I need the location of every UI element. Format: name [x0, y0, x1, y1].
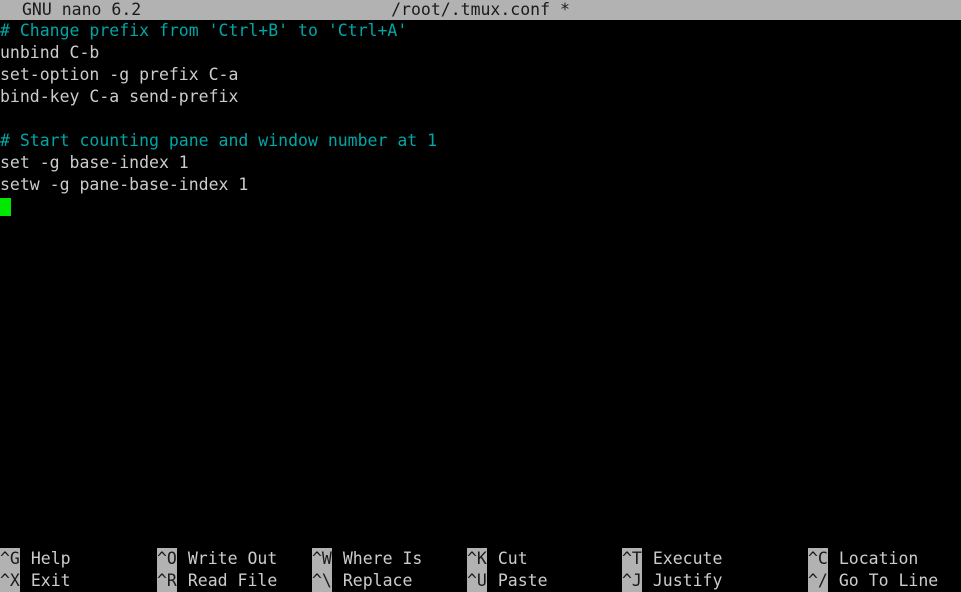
shortcut-execute[interactable]: ^T Execute: [622, 548, 722, 570]
shortcut-help-bar: ^G Help ^O Write Out ^W Where Is ^K Cut ^T Execut…: [0, 548, 961, 592]
shortcut-label: Execute: [652, 549, 723, 568]
shortcut-label: Replace: [342, 571, 413, 590]
shortcut-key: ^X: [0, 570, 20, 592]
code-line[interactable]: # Start counting pane and window number …: [0, 130, 961, 152]
shortcut-key: ^K: [467, 548, 487, 570]
shortcut-label: Exit: [30, 571, 71, 590]
shortcut-key: ^C: [808, 548, 828, 570]
shortcut-location[interactable]: ^C Location: [808, 548, 918, 570]
shortcut-label: Paste: [497, 571, 548, 590]
shortcut-read-file[interactable]: ^R Read File: [157, 570, 277, 592]
shortcut-label: Justify: [652, 571, 723, 590]
shortcut-key: ^U: [467, 570, 487, 592]
shortcut-replace[interactable]: ^\ Replace: [312, 570, 412, 592]
editor-text-area[interactable]: # Change prefix from 'Ctrl+B' to 'Ctrl+A…: [0, 20, 961, 545]
filename-label: /root/.tmux.conf *: [391, 0, 570, 19]
shortcut-key: ^O: [157, 548, 177, 570]
shortcut-exit[interactable]: ^X Exit: [0, 570, 71, 592]
shortcut-write-out[interactable]: ^O Write Out: [157, 548, 277, 570]
shortcut-label: Where Is: [342, 549, 423, 568]
code-line[interactable]: setw -g pane-base-index 1: [0, 174, 961, 196]
code-line[interactable]: unbind C-b: [0, 42, 961, 64]
shortcut-key: ^/: [808, 570, 828, 592]
nano-editor-window: GNU nano 6.2 /root/.tmux.conf * # Change…: [0, 0, 961, 592]
shortcut-label: Read File: [187, 571, 278, 590]
shortcut-justify[interactable]: ^J Justify: [622, 570, 722, 592]
shortcut-key: ^W: [312, 548, 332, 570]
shortcut-label: Cut: [497, 549, 528, 568]
cursor-line[interactable]: [0, 196, 961, 218]
code-line[interactable]: bind-key C-a send-prefix: [0, 86, 961, 108]
code-line[interactable]: set -g base-index 1: [0, 152, 961, 174]
code-line[interactable]: set-option -g prefix C-a: [0, 64, 961, 86]
shortcut-where-is[interactable]: ^W Where Is: [312, 548, 422, 570]
shortcut-key: ^R: [157, 570, 177, 592]
shortcut-key: ^T: [622, 548, 642, 570]
shortcut-row-1: ^G Help ^O Write Out ^W Where Is ^K Cut ^T Execut…: [0, 548, 961, 570]
shortcut-label: Location: [838, 549, 919, 568]
shortcut-cut[interactable]: ^K Cut: [467, 548, 528, 570]
shortcut-paste[interactable]: ^U Paste: [467, 570, 548, 592]
shortcut-key: ^G: [0, 548, 20, 570]
shortcut-key: ^\: [312, 570, 332, 592]
code-line[interactable]: # Change prefix from 'Ctrl+B' to 'Ctrl+A…: [0, 20, 961, 42]
shortcut-label: Go To Line: [838, 571, 939, 590]
shortcut-row-2: ^X Exit ^R Read File ^\ Replace ^U Paste ^J Justi…: [0, 570, 961, 592]
shortcut-label: Write Out: [187, 549, 278, 568]
titlebar: GNU nano 6.2 /root/.tmux.conf *: [0, 0, 961, 20]
shortcut-go-to-line[interactable]: ^/ Go To Line: [808, 570, 938, 592]
text-cursor: [0, 198, 11, 216]
shortcut-key: ^J: [622, 570, 642, 592]
code-line-blank[interactable]: [0, 108, 961, 130]
shortcut-label: Help: [30, 549, 71, 568]
shortcut-help[interactable]: ^G Help: [0, 548, 71, 570]
